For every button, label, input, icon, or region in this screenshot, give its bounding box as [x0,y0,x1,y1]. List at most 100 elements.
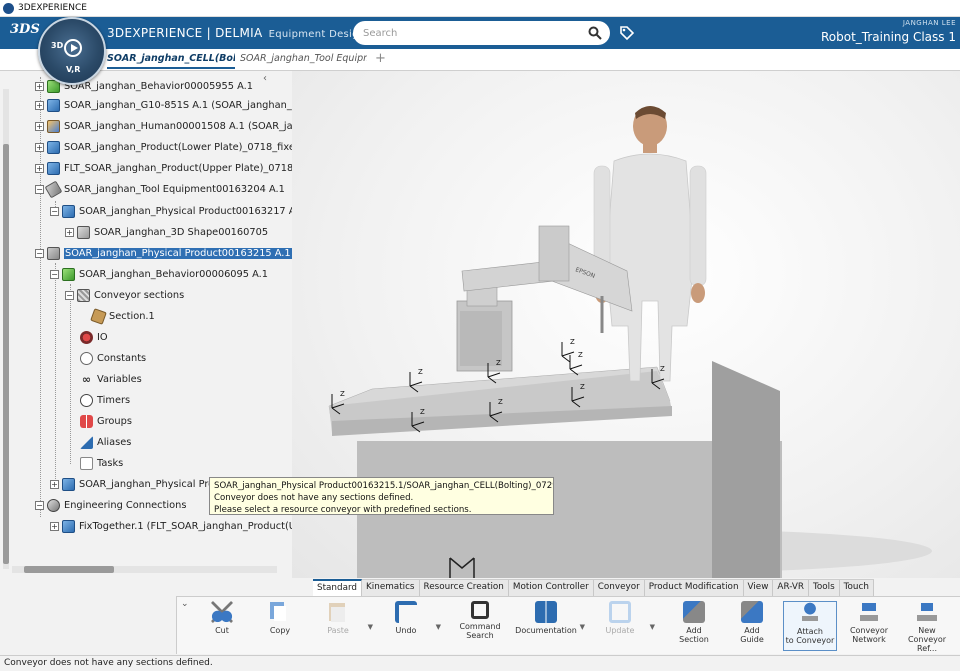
status-bar: Conveyor does not have any sections defi… [0,655,960,671]
tree-item[interactable]: − Engineering Connections [35,495,186,516]
command-search-button[interactable]: Command Search [453,601,507,651]
attach-to-conveyor-button[interactable]: Attach to Conveyor [783,601,837,651]
tree-item[interactable]: − Conveyor sections [65,285,184,306]
tree-item[interactable]: + FLT_SOAR_janghan_Product(Upper Plate)_0… [35,158,292,179]
shape-icon [77,226,90,239]
tree-item[interactable]: IO [80,327,108,348]
tab-motion-controller[interactable]: Motion Controller [509,580,594,596]
update-dropdown-icon[interactable]: ▼ [650,623,655,632]
product-icon [62,478,75,491]
undo-icon [395,601,417,623]
command-search-icon [471,601,489,619]
conveyor-icon [77,289,90,302]
dassault-logo-icon[interactable]: 3DS [10,22,40,44]
tree-vertical-scrollbar[interactable] [3,89,9,569]
tasks-icon [80,457,93,470]
tree-item-selected[interactable]: − SOAR_janghan_Physical Product00163215 A… [35,243,292,264]
tab-touch[interactable]: Touch [840,580,874,596]
documentation-button[interactable]: Documentation ▼ [515,601,585,651]
tree-item[interactable]: − SOAR_janghan_Physical Product00163217 A… [50,201,292,222]
tree-horizontal-scrollbar[interactable] [12,566,277,573]
add-section-button[interactable]: Add Section [667,601,721,651]
constants-icon [80,352,93,365]
undo-dropdown-icon[interactable]: ▼ [436,623,441,632]
svg-text:Z: Z [418,368,423,376]
chevron-down-icon[interactable]: ⌄ [181,599,189,609]
compass-vr-label: V,R [66,65,81,74]
tree-item[interactable]: Constants [80,348,146,369]
add-tab-icon[interactable]: + [375,51,386,66]
paste-button[interactable]: Paste ▼ [311,601,373,651]
status-message: Conveyor does not have any sections defi… [4,658,213,668]
undo-button[interactable]: Undo ▼ [379,601,441,651]
update-button[interactable]: Update ▼ [593,601,655,651]
pedestal-side [712,361,780,578]
copy-button[interactable]: Copy [253,601,307,651]
compass-widget[interactable]: 3D V,R [38,17,106,85]
play-icon[interactable] [64,39,82,57]
product-icon [62,520,75,533]
tree-item[interactable]: + SOAR_janghan_G10-851S A.1 (SOAR_janghan… [35,95,292,116]
tab-view[interactable]: View [744,580,774,596]
tab-tool-equipment[interactable]: SOAR_janghan_Tool Equipment00163204 A.1 [240,53,367,64]
conveyor-network-button[interactable]: Conveyor Network [842,601,896,651]
tree-item[interactable]: Tasks [80,453,123,474]
robot-joint [538,225,570,282]
add-guide-icon [741,601,763,623]
svg-text:Z: Z [340,390,345,398]
human-icon [47,120,60,133]
tree-item[interactable]: Section.1 [90,306,155,327]
documentation-dropdown-icon[interactable]: ▼ [580,623,585,632]
svg-text:Z: Z [660,365,665,373]
tree-item[interactable]: ∞ Variables [80,369,142,390]
new-conveyor-ref-button[interactable]: New Conveyor Ref... [900,601,954,653]
tree-item[interactable]: − SOAR_janghan_Behavior00006095 A.1 [50,264,268,285]
attach-conveyor-icon [799,602,821,624]
cut-button[interactable]: Cut [195,601,249,651]
tab-standard[interactable]: Standard [313,579,363,596]
copy-icon [269,601,291,623]
behavior-icon [62,268,75,281]
tree-item[interactable]: + SOAR_janghan_Product(Lower Plate)_0718_… [35,137,292,158]
tree-item[interactable]: Groups [80,411,132,432]
collapse-tree-icon[interactable]: ‹ [263,73,267,84]
tab-product-modification[interactable]: Product Modification [645,580,744,596]
action-bar-tabs: Standard Kinematics Resource Creation Mo… [313,579,874,596]
search-box[interactable] [353,21,610,45]
timer-icon [80,394,93,407]
conveyor-network-icon [858,601,880,623]
horizontal-scroll-thumb[interactable] [24,566,114,573]
tab-cell-bolting[interactable]: SOAR_janghan_CELL(Bolting)_0729 A.1 [107,53,235,69]
svg-text:Z: Z [498,398,503,406]
tree-item[interactable]: Timers [80,390,130,411]
tab-tools[interactable]: Tools [809,580,840,596]
workspace-title[interactable]: Robot_Training Class 1 [821,30,956,44]
tree-item[interactable]: + SOAR_janghan_Human00001508 A.1 (SOAR_ja… [35,116,292,137]
variables-icon: ∞ [81,373,92,386]
app-header: 3DS 3DEXPERIENCE | DELMIA Equipment Desi… [0,17,960,49]
command-toolbar: ⌄ Cut Copy Paste ▼ Undo ▼ Command Search Do… [176,596,960,654]
svg-text:Z: Z [578,351,583,359]
tab-resource-creation[interactable]: Resource Creation [420,580,509,596]
user-name[interactable]: JANGHAN LEE [903,19,956,27]
svg-text:Z: Z [580,383,585,391]
svg-text:Z: Z [420,408,425,416]
search-icon[interactable] [588,26,602,40]
tree-item[interactable]: + SOAR_janghan_3D Shape00160705 [65,222,268,243]
add-guide-button[interactable]: Add Guide [725,601,779,651]
tab-ar-vr[interactable]: AR-VR [773,580,809,596]
tab-kinematics[interactable]: Kinematics [362,580,420,596]
tree-item[interactable]: + FixTogether.1 (FLT_SOAR_janghan_Product… [50,516,292,537]
paste-dropdown-icon[interactable]: ▼ [368,623,373,632]
search-input[interactable] [363,25,583,41]
app-brand: 3DEXPERIENCE | DELMIA Equipment Design [107,26,365,40]
tree-item-tooltip: SOAR_janghan_Physical Product00163215.1/… [209,477,554,515]
tree-item[interactable]: Aliases [80,432,131,453]
product-icon [62,205,75,218]
tab-conveyor[interactable]: Conveyor [594,580,645,596]
new-conveyor-icon [916,601,938,623]
tooltip-path: SOAR_janghan_Physical Product00163215.1/… [214,481,554,491]
vertical-scroll-thumb[interactable] [3,144,9,564]
tree-item[interactable]: − SOAR_janghan_Tool Equipment00163204 A.1 [35,179,285,200]
tag-icon[interactable] [619,25,635,41]
